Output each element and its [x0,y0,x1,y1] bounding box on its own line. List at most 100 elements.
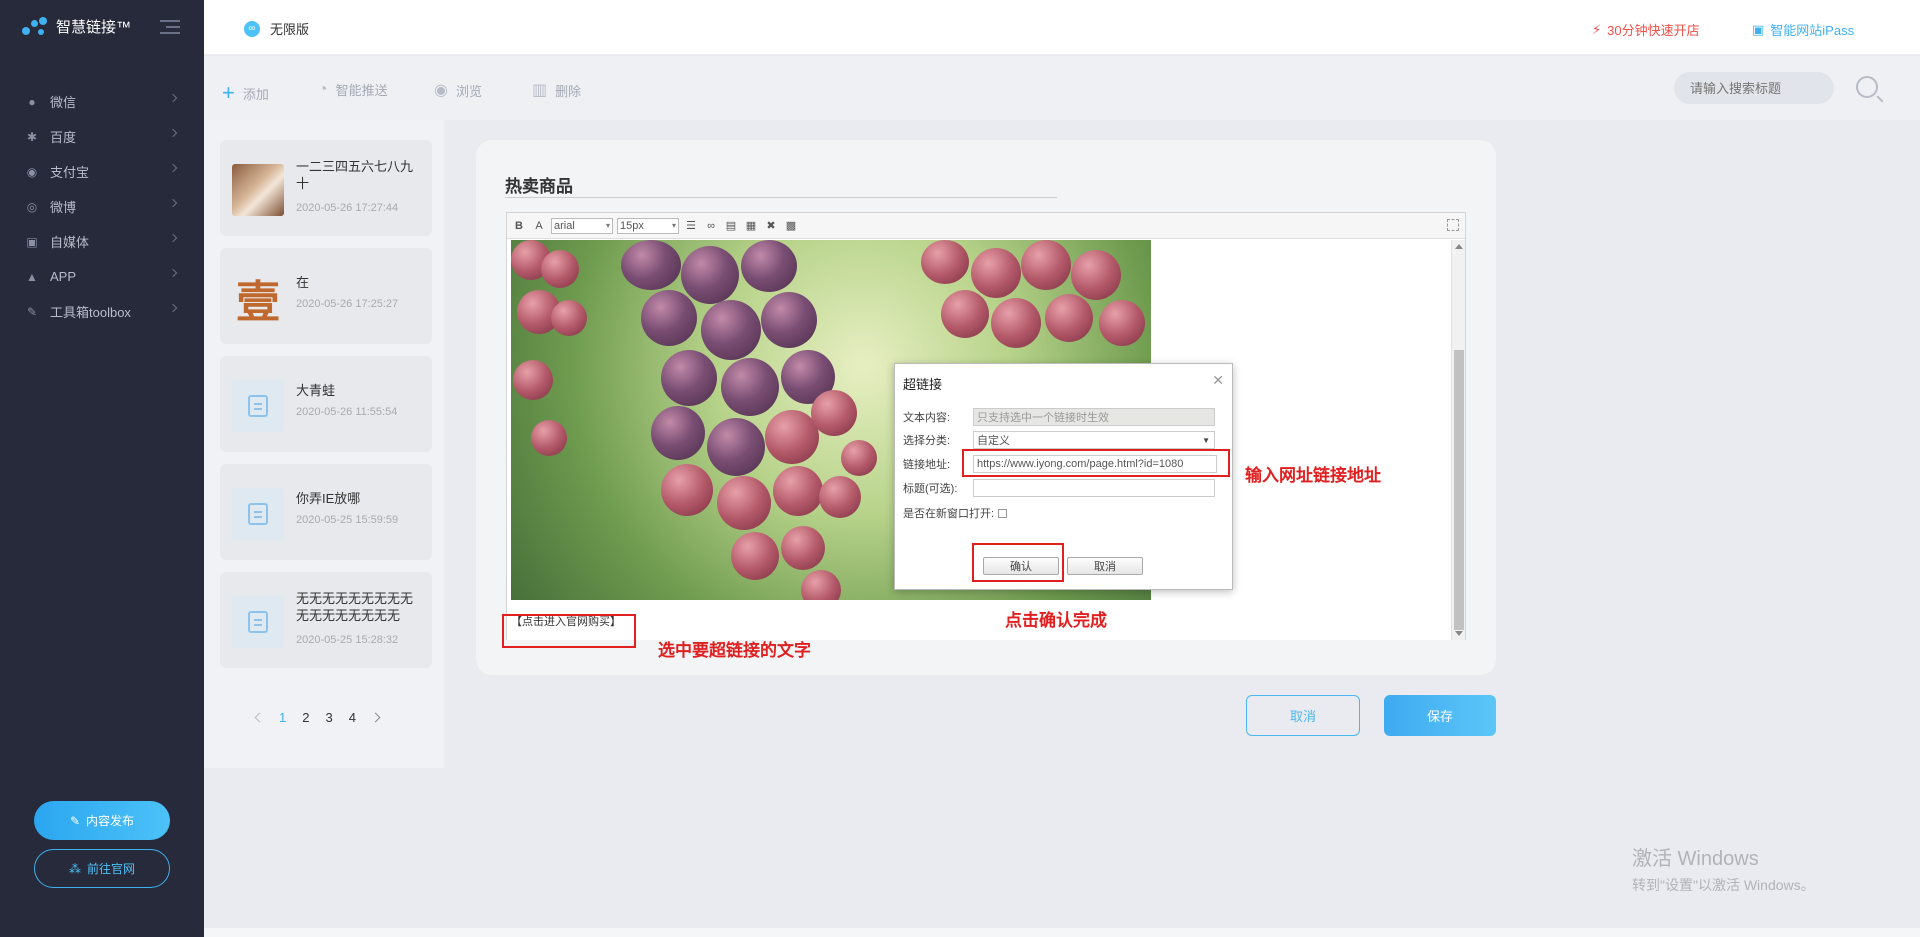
sidebar-item-label: 工具箱toolbox [50,305,131,320]
watermark-line-1: 激活 Windows [1632,848,1759,870]
url-annotation: 输入网址链接地址 [1245,466,1381,486]
article-list: 一二三四五六七八九十 2020-05-26 17:27:44 壹 在 2020-… [204,120,444,768]
content-toolbar: + 添加 ◔ 智能推送 ◉ 浏览 ▥ 删除 [204,56,1920,120]
brand-name: 智慧链接™ [56,19,132,36]
item-title: 大青蛙 [296,383,336,398]
list-item[interactable]: 你弄IE放哪 2020-05-25 15:59:59 [220,464,432,560]
list-item[interactable]: 壹 在 2020-05-26 17:25:27 [220,248,432,344]
save-button[interactable]: 保存 [1384,695,1496,736]
search-icon[interactable] [1856,76,1878,98]
font-family-select[interactable]: arial [551,217,613,234]
page-2[interactable]: 2 [302,710,309,725]
chevron-right-icon [168,303,178,313]
sidebar-item-label: 微信 [50,95,77,110]
dialog-cancel-button[interactable]: 取消 [1067,557,1143,575]
rss-icon: ◔ [318,80,328,98]
page-3[interactable]: 3 [325,710,332,725]
item-title: 无无无无无无无无无无无无无无无无无无... [296,591,414,623]
font-color-icon[interactable]: A [531,218,547,234]
wechat-icon: ● [28,94,36,109]
scroll-down-icon[interactable] [1455,631,1463,636]
trash-icon: ▥ [532,82,548,99]
document-icon [232,380,284,432]
new-window-label: 是否在新窗口打开: [903,508,995,520]
delete-button[interactable]: ▥ 删除 [532,80,581,100]
quick-store-link[interactable]: ⚡ 30分钟快速开店 [1592,20,1700,39]
close-icon[interactable]: ✕ [1212,372,1224,389]
android-icon: ▲ [26,269,38,284]
cancel-button[interactable]: 取消 [1246,695,1360,736]
sidebar-item-toolbox[interactable]: ✎ 工具箱toolbox [0,294,204,329]
wrench-icon: ✎ [26,304,38,319]
article-title-field[interactable]: 热卖商品 [505,172,1057,198]
preview-button[interactable]: ◉ 浏览 [434,80,482,100]
table-icon[interactable]: ▦ [743,218,759,234]
paw-icon: ✱ [26,129,38,144]
category-select[interactable]: 自定义 [973,431,1215,449]
sidebar-item-alipay[interactable]: ◉ 支付宝 [0,154,204,189]
bold-icon[interactable]: B [511,218,527,234]
thumbnail-image: 壹 [232,272,284,328]
clear-format-icon[interactable]: ✖ [763,218,779,234]
chevron-right-icon [168,198,178,208]
sidebar-item-baidu[interactable]: ✱ 百度 [0,119,204,154]
item-title: 在 [296,275,310,290]
link-icon[interactable]: ∞ [703,218,719,234]
document-icon [232,596,284,648]
pagination: 1 2 3 4 [254,710,381,725]
sidebar: 智慧链接™ ● 微信 ✱ 百度 ◉ 支付宝 ◎ 微博 ▣ 自媒体 ▲ APP ✎… [0,0,204,937]
title-row: 标题(可选): [903,479,1215,497]
new-window-checkbox[interactable] [998,508,1008,518]
new-window-row: 是否在新窗口打开: [903,505,1008,521]
editor-scrollbar[interactable] [1451,240,1465,640]
list-item[interactable]: 大青蛙 2020-05-26 11:55:54 [220,356,432,452]
document-icon [232,488,284,540]
chevron-right-icon [168,268,178,278]
chevron-right-icon [168,128,178,138]
sidebar-item-label: 微博 [50,200,77,215]
edition-badge: ∞ 无限版 [244,19,309,38]
sidebar-item-weibo[interactable]: ◎ 微博 [0,189,204,224]
smart-push-button[interactable]: ◔ 智能推送 [318,80,388,99]
grid-icon[interactable]: ▩ [783,218,799,234]
brand-logo[interactable]: 智慧链接™ [22,16,131,37]
scrollbar-thumb[interactable] [1454,350,1464,630]
list-item[interactable]: 一二三四五六七八九十 2020-05-26 17:27:44 [220,140,432,236]
lightning-icon: ⚡ [1592,21,1602,37]
item-date: 2020-05-26 11:55:54 [296,406,398,418]
page-1[interactable]: 1 [279,710,286,725]
font-size-select[interactable]: 15px [617,217,679,234]
windows-activation-watermark: 激活 Windows 转到"设置"以激活 Windows。 [1632,842,1815,895]
category-label: 选择分类: [903,435,951,447]
sidebar-item-media[interactable]: ▣ 自媒体 [0,224,204,259]
item-date: 2020-05-25 15:59:59 [296,514,399,526]
search-input[interactable] [1674,72,1834,104]
bottom-strip [204,928,1920,937]
infinity-icon: ∞ [244,20,260,37]
fullscreen-icon[interactable] [1447,219,1459,231]
ipass-link[interactable]: ▣ 智能网站iPass [1752,20,1854,39]
item-date: 2020-05-26 17:27:44 [296,202,399,214]
sidebar-item-wechat[interactable]: ● 微信 [0,84,204,119]
page-4[interactable]: 4 [349,710,356,725]
image-icon[interactable]: ▤ [723,218,739,234]
go-official-site-button[interactable]: ⁂ 前往官网 [34,849,170,888]
next-page-icon[interactable] [370,712,381,723]
alipay-icon: ◉ [26,164,38,179]
chevron-right-icon [168,93,178,103]
list-item[interactable]: 无无无无无无无无无无无无无无无无无无... 2020-05-25 15:28:3… [220,572,432,668]
sidebar-item-app[interactable]: ▲ APP [0,259,204,294]
menu-toggle-icon[interactable] [160,20,180,34]
thumbnail-image [232,164,284,216]
add-button[interactable]: + 添加 [222,80,269,106]
publish-content-button[interactable]: ✎ 内容发布 [34,801,170,840]
align-icon[interactable]: ☰ [683,218,699,234]
text-content-field: 只支持选中一个链接时生效 [973,408,1215,426]
title-input[interactable] [973,479,1215,497]
item-title: 一二三四五六七八九十 [296,159,414,191]
chevron-right-icon [168,233,178,243]
scroll-up-icon[interactable] [1455,244,1463,249]
prev-page-icon[interactable] [254,712,265,723]
category-row: 选择分类: 自定义 [903,431,1215,449]
text-content-label: 文本内容: [903,412,951,424]
